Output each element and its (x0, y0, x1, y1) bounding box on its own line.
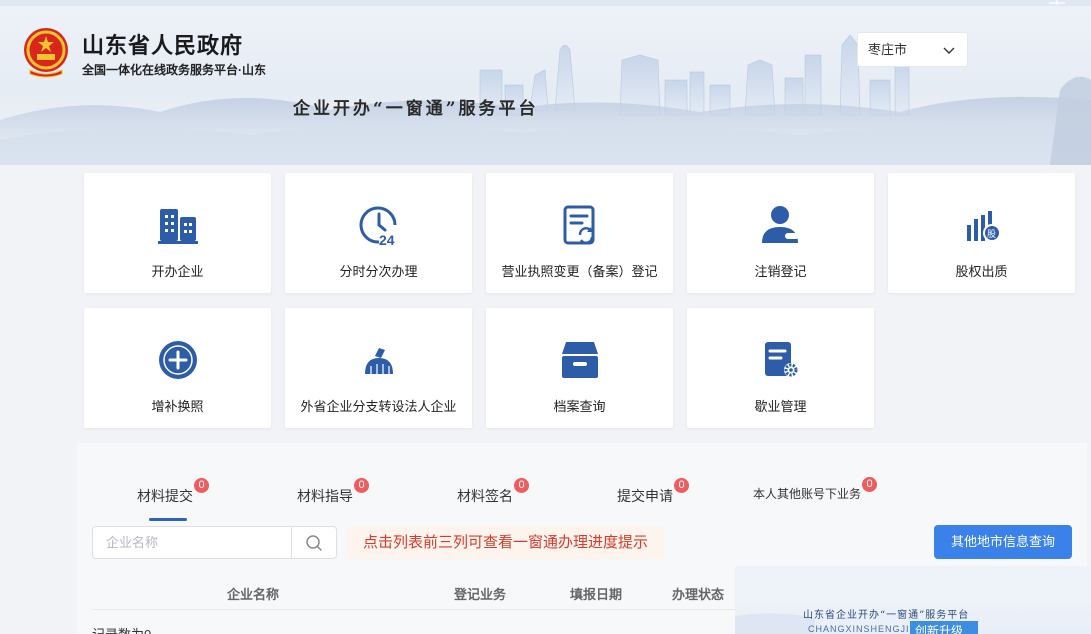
search-button[interactable] (291, 527, 336, 558)
tile-timed-processing[interactable]: 24 分时分次办理 (285, 173, 472, 293)
decorative-sun-icon (1049, 0, 1065, 5)
tile-label: 档案查询 (553, 399, 606, 414)
national-emblem-logo (24, 28, 68, 78)
building-icon (157, 209, 198, 244)
tab-label: 材料提交 (137, 488, 193, 504)
column-status: 办理状态 (672, 587, 725, 602)
tab-other-accounts[interactable]: 本人其他账号下业务 0 (753, 477, 878, 502)
company-search (92, 526, 337, 559)
promo-pinyin: CHANGXINSHENGJI (808, 624, 910, 634)
count-badge: 0 (862, 477, 878, 492)
svg-text:24: 24 (379, 232, 395, 247)
column-fill-date: 填报日期 (570, 587, 623, 602)
count-badge: 0 (194, 478, 209, 493)
tab-label: 提交申请 (617, 488, 673, 504)
tab-bar: 材料提交 0 材料指导 0 材料签名 0 提交申请 0 本人其他账号下业务 0 (77, 443, 1087, 523)
column-registration-business: 登记业务 (454, 587, 507, 602)
header-banner: 山东省人民政府 全国一体化在线政务服务平台·山东 企业开办“一窗通”服务平台 枣… (0, 0, 1091, 165)
active-tab-indicator (149, 518, 187, 521)
document-gear-icon (764, 342, 798, 377)
platform-name-heading: 企业开办“一窗通”服务平台 (293, 99, 539, 119)
table-header: 企业名称 登记业务 填报日期 办理状态 (92, 580, 752, 610)
tile-equity-pledge[interactable]: 股 股权出质 (888, 173, 1075, 293)
promo-title: 山东省企业开办“一窗通”服务平台 (803, 610, 970, 621)
tab-label: 本人其他账号下业务 (753, 487, 862, 501)
city-select-value: 枣庄市 (868, 42, 908, 57)
user-minus-icon (761, 206, 799, 243)
tab-material-submit[interactable]: 材料提交 0 (137, 478, 209, 506)
tile-branch-conversion[interactable]: 外省企业分支转设法人企业 (285, 308, 472, 428)
tile-archive-query[interactable]: 档案查询 (486, 308, 673, 428)
tile-deregistration[interactable]: 注销登记 (687, 173, 874, 293)
count-badge: 0 (514, 478, 529, 493)
tile-license-change[interactable]: 营业执照变更（备案）登记 (486, 173, 673, 293)
record-count: 记录数为0 (92, 624, 151, 634)
archive-box-icon (561, 342, 598, 378)
city-select-dropdown[interactable]: 枣庄市 (857, 32, 968, 67)
equity-chart-icon: 股 (966, 211, 1001, 242)
count-badge: 0 (354, 478, 369, 493)
other-city-query-button[interactable]: 其他地市信息查询 (934, 525, 1072, 559)
tile-license-replacement[interactable]: 增补换照 (84, 308, 271, 428)
tile-label: 股权出质 (955, 264, 1008, 279)
tile-suspension-management[interactable]: 歇业管理 (687, 308, 874, 428)
promo-badge: 创新升级 (910, 621, 978, 634)
promo-banner[interactable]: 山东省企业开办“一窗通”服务平台 CHANGXINSHENGJI 创新升级 (735, 566, 1091, 634)
tile-label: 外省企业分支转设法人企业 (300, 399, 457, 414)
tile-open-business[interactable]: 开办企业 (84, 173, 271, 293)
city-skyline-illustration (0, 34, 1091, 165)
tile-label: 注销登记 (754, 264, 807, 279)
column-company-name: 企业名称 (227, 587, 280, 602)
tile-label: 营业执照变更（备案）登记 (501, 264, 658, 279)
tab-label: 材料签名 (457, 488, 513, 504)
tab-submit-application[interactable]: 提交申请 0 (617, 478, 689, 506)
government-title: 山东省人民政府 (82, 33, 244, 58)
tile-label: 开办企业 (151, 264, 204, 279)
tab-material-guidance[interactable]: 材料指导 0 (297, 478, 369, 506)
transfer-icon (364, 348, 393, 374)
platform-subtitle: 全国一体化在线政务服务平台·山东 (82, 63, 266, 77)
tab-label: 材料指导 (297, 488, 353, 504)
search-icon (306, 535, 322, 551)
tab-material-signature[interactable]: 材料签名 0 (457, 478, 529, 506)
document-refresh-icon (563, 205, 594, 245)
tile-label: 增补换照 (151, 399, 204, 414)
tile-label: 分时分次办理 (339, 264, 418, 279)
plus-circle-icon (158, 341, 197, 379)
clock-24-icon: 24 (359, 206, 396, 247)
tile-label: 歇业管理 (754, 399, 807, 414)
count-badge: 0 (674, 478, 689, 493)
progress-hint-text: 点击列表前三列可查看一窗通办理进度提示 (347, 526, 665, 559)
svg-text:股: 股 (987, 229, 996, 240)
company-name-input[interactable] (93, 527, 291, 558)
chevron-down-icon (943, 47, 955, 54)
